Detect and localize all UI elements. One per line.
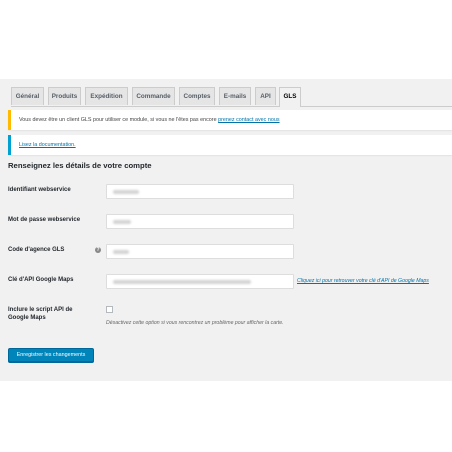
- redacted-value: [113, 250, 129, 254]
- contact-link[interactable]: prenez contact avec nous: [218, 117, 279, 123]
- tab-general[interactable]: Général: [11, 87, 44, 105]
- include-script-checkbox[interactable]: [106, 306, 113, 313]
- section-title: Renseignez les détails de votre compte: [8, 161, 152, 170]
- tab-comptes[interactable]: Comptes: [179, 87, 215, 105]
- include-script-label: Inclure le script API de Google Maps: [8, 307, 73, 321]
- agency-code-label: Code d'agence GLS: [8, 247, 65, 253]
- tab-expedition[interactable]: Expédition: [85, 87, 128, 105]
- webservice-password-input[interactable]: [106, 214, 294, 229]
- save-button[interactable]: Enregistrer les changements: [8, 348, 94, 362]
- tab-commande[interactable]: Commande: [132, 87, 175, 105]
- tab-produits[interactable]: Produits: [48, 87, 81, 105]
- help-icon[interactable]: ?: [95, 247, 101, 253]
- webservice-id-input[interactable]: [106, 184, 294, 199]
- settings-tabs: Général Produits Expédition Commande Com…: [11, 87, 452, 107]
- settings-panel: Général Produits Expédition Commande Com…: [0, 79, 452, 381]
- agency-code-input[interactable]: [106, 244, 294, 259]
- webservice-password-label: Mot de passe webservice: [8, 217, 81, 223]
- google-maps-key-label: Clé d'API Google Maps: [8, 277, 74, 283]
- gls-client-notice: Vous devez être un client GLS pour utili…: [8, 110, 452, 130]
- tab-gls[interactable]: GLS: [279, 87, 301, 107]
- tab-api[interactable]: API: [255, 87, 276, 105]
- redacted-value: [113, 280, 251, 284]
- webservice-id-label: Identifiant webservice: [8, 187, 71, 193]
- redacted-value: [113, 190, 139, 194]
- notice-text: Vous devez être un client GLS pour utili…: [19, 117, 219, 123]
- documentation-link[interactable]: Lisez la documentation.: [19, 142, 76, 148]
- documentation-notice: Lisez la documentation.: [8, 135, 452, 155]
- include-script-description: Désactivez cette option si vous rencontr…: [106, 320, 284, 326]
- google-maps-key-link[interactable]: Cliquez ici pour retrouver votre clé d'A…: [297, 278, 429, 284]
- redacted-value: [113, 220, 131, 224]
- tab-emails[interactable]: E-mails: [219, 87, 251, 105]
- google-maps-key-input[interactable]: [106, 274, 294, 289]
